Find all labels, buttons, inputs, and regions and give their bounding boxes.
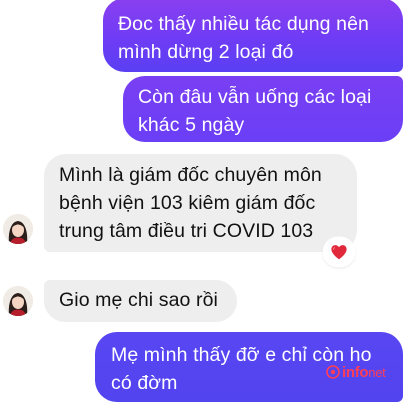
avatar-image <box>3 214 33 244</box>
avatar-image <box>3 286 33 316</box>
heart-icon <box>331 245 347 260</box>
chat-thread: Đoc thấy nhiều tác dụng nên mình dừng 2 … <box>0 0 410 402</box>
message-bubble-incoming[interactable]: Gio mẹ chi sao rồi <box>44 280 237 322</box>
message-bubble-outgoing[interactable]: Đoc thấy nhiều tác dụng nên mình dừng 2 … <box>103 0 403 72</box>
message-bubble-incoming[interactable]: Mình là giám đốc chuyên môn bệnh viện 10… <box>44 154 357 252</box>
watermark-text: infonet <box>342 363 386 381</box>
message-bubble-outgoing[interactable]: Còn đâu vẫn uống các loại khác 5 ngày <box>123 76 403 142</box>
contact-avatar[interactable] <box>3 286 33 316</box>
message-reaction[interactable] <box>324 238 354 266</box>
location-pin-icon <box>326 365 340 379</box>
watermark-logo: infonet <box>326 362 386 382</box>
contact-avatar[interactable] <box>3 214 33 244</box>
